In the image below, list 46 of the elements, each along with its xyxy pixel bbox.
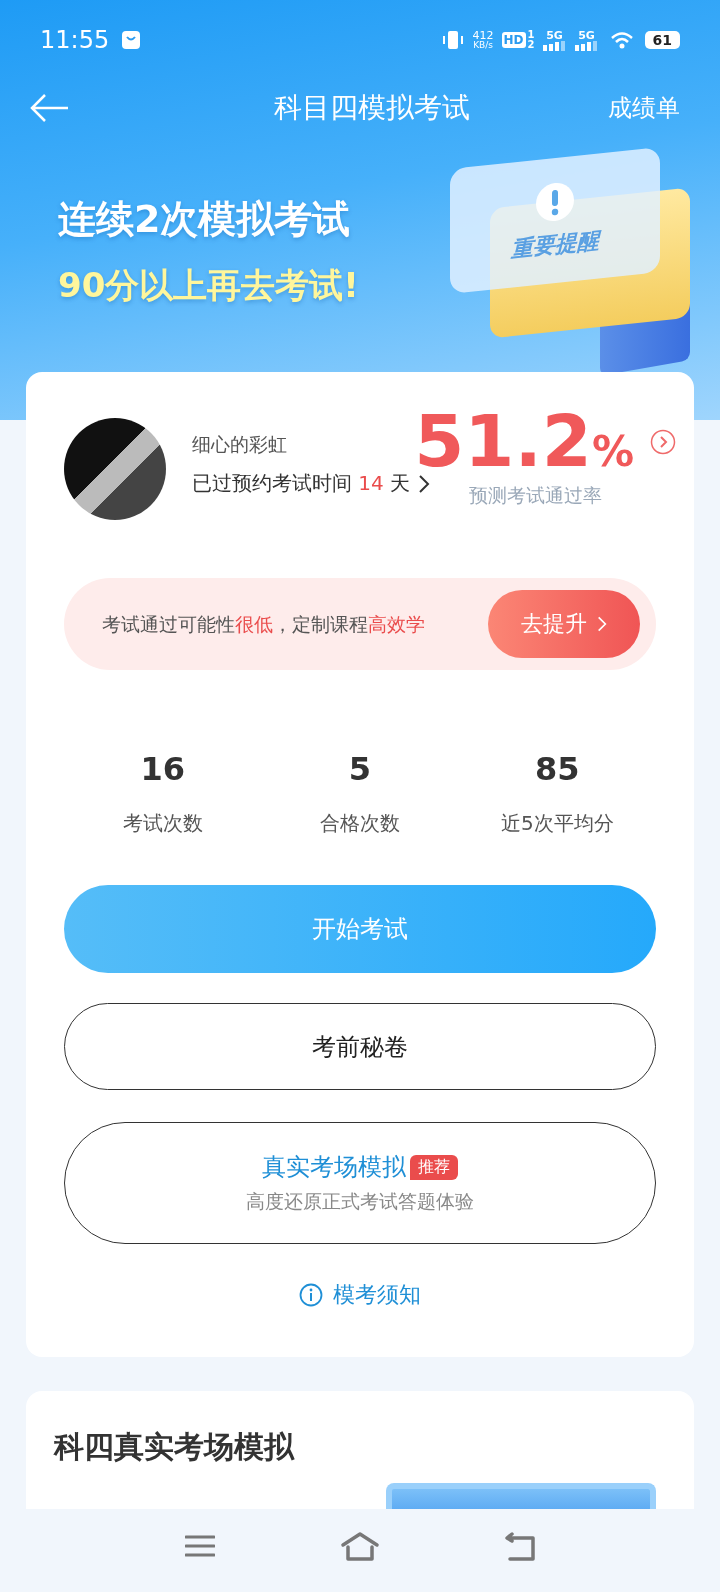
circled-chevron-icon bbox=[650, 428, 676, 455]
feature-title: 真实考场模拟 bbox=[262, 1152, 406, 1183]
sim-label: 2 bbox=[527, 40, 535, 50]
improve-button[interactable]: 去提升 bbox=[488, 590, 640, 658]
home-icon bbox=[340, 1530, 380, 1561]
signal-icon bbox=[574, 40, 599, 51]
stat-value: 16 bbox=[140, 750, 185, 788]
exam-notice-link[interactable]: 模考须知 bbox=[299, 1280, 421, 1310]
overdue-text: 已过预约考试时间 14 天 bbox=[192, 470, 411, 497]
network-type: 5G bbox=[546, 29, 563, 41]
stat-label: 近5次平均分 bbox=[500, 810, 614, 837]
report-card-link[interactable]: 成绩单 bbox=[608, 92, 680, 124]
stat-value: 85 bbox=[535, 750, 580, 788]
return-icon bbox=[504, 1530, 536, 1561]
section-title: 科四真实考场模拟 bbox=[54, 1428, 296, 1466]
pass-rate-label: 预测考试通过率 bbox=[468, 483, 602, 509]
network-speed: 412 bbox=[472, 30, 494, 41]
reminder-label: 重要提醒 bbox=[511, 225, 599, 264]
vibrate-icon bbox=[440, 30, 465, 50]
menu-icon bbox=[185, 1533, 215, 1558]
page-title: 科目四模拟考试 bbox=[274, 90, 470, 126]
network-type: 5G bbox=[578, 29, 595, 41]
stat-label: 合格次数 bbox=[320, 810, 400, 837]
signal-icon bbox=[542, 40, 567, 51]
battery-indicator: 61 bbox=[644, 31, 680, 49]
advice-text: 考试通过可能性很低，定制课程高效学 bbox=[102, 611, 426, 637]
speed-unit: KB/s bbox=[473, 41, 493, 50]
chevron-right-icon bbox=[418, 473, 431, 494]
back-arrow-icon bbox=[30, 93, 70, 123]
banner-subline: 90分以上再去考试! bbox=[58, 264, 359, 307]
bag-icon bbox=[121, 30, 142, 50]
sim-label: 1 bbox=[527, 30, 535, 40]
real-exam-simulation-button[interactable]: 真实考场模拟 推荐 高度还原正式考试答题体验 bbox=[64, 1122, 656, 1244]
feature-subtitle: 高度还原正式考试答题体验 bbox=[246, 1189, 474, 1214]
hd-badge: HD bbox=[501, 32, 526, 48]
user-name: 细心的彩虹 bbox=[192, 432, 288, 457]
status-time: 11:55 bbox=[40, 26, 110, 54]
stat-value: 5 bbox=[348, 750, 372, 788]
banner-headline: 连续2次模拟考试 bbox=[58, 196, 352, 243]
chevron-right-icon bbox=[597, 615, 607, 633]
recommend-badge: 推荐 bbox=[410, 1154, 458, 1180]
pass-rate-value: 51.2% bbox=[414, 402, 635, 482]
info-icon bbox=[299, 1283, 323, 1307]
secret-paper-button[interactable]: 考前秘卷 bbox=[64, 1003, 656, 1090]
stat-label: 考试次数 bbox=[122, 810, 203, 837]
start-exam-button[interactable]: 开始考试 bbox=[64, 885, 656, 973]
